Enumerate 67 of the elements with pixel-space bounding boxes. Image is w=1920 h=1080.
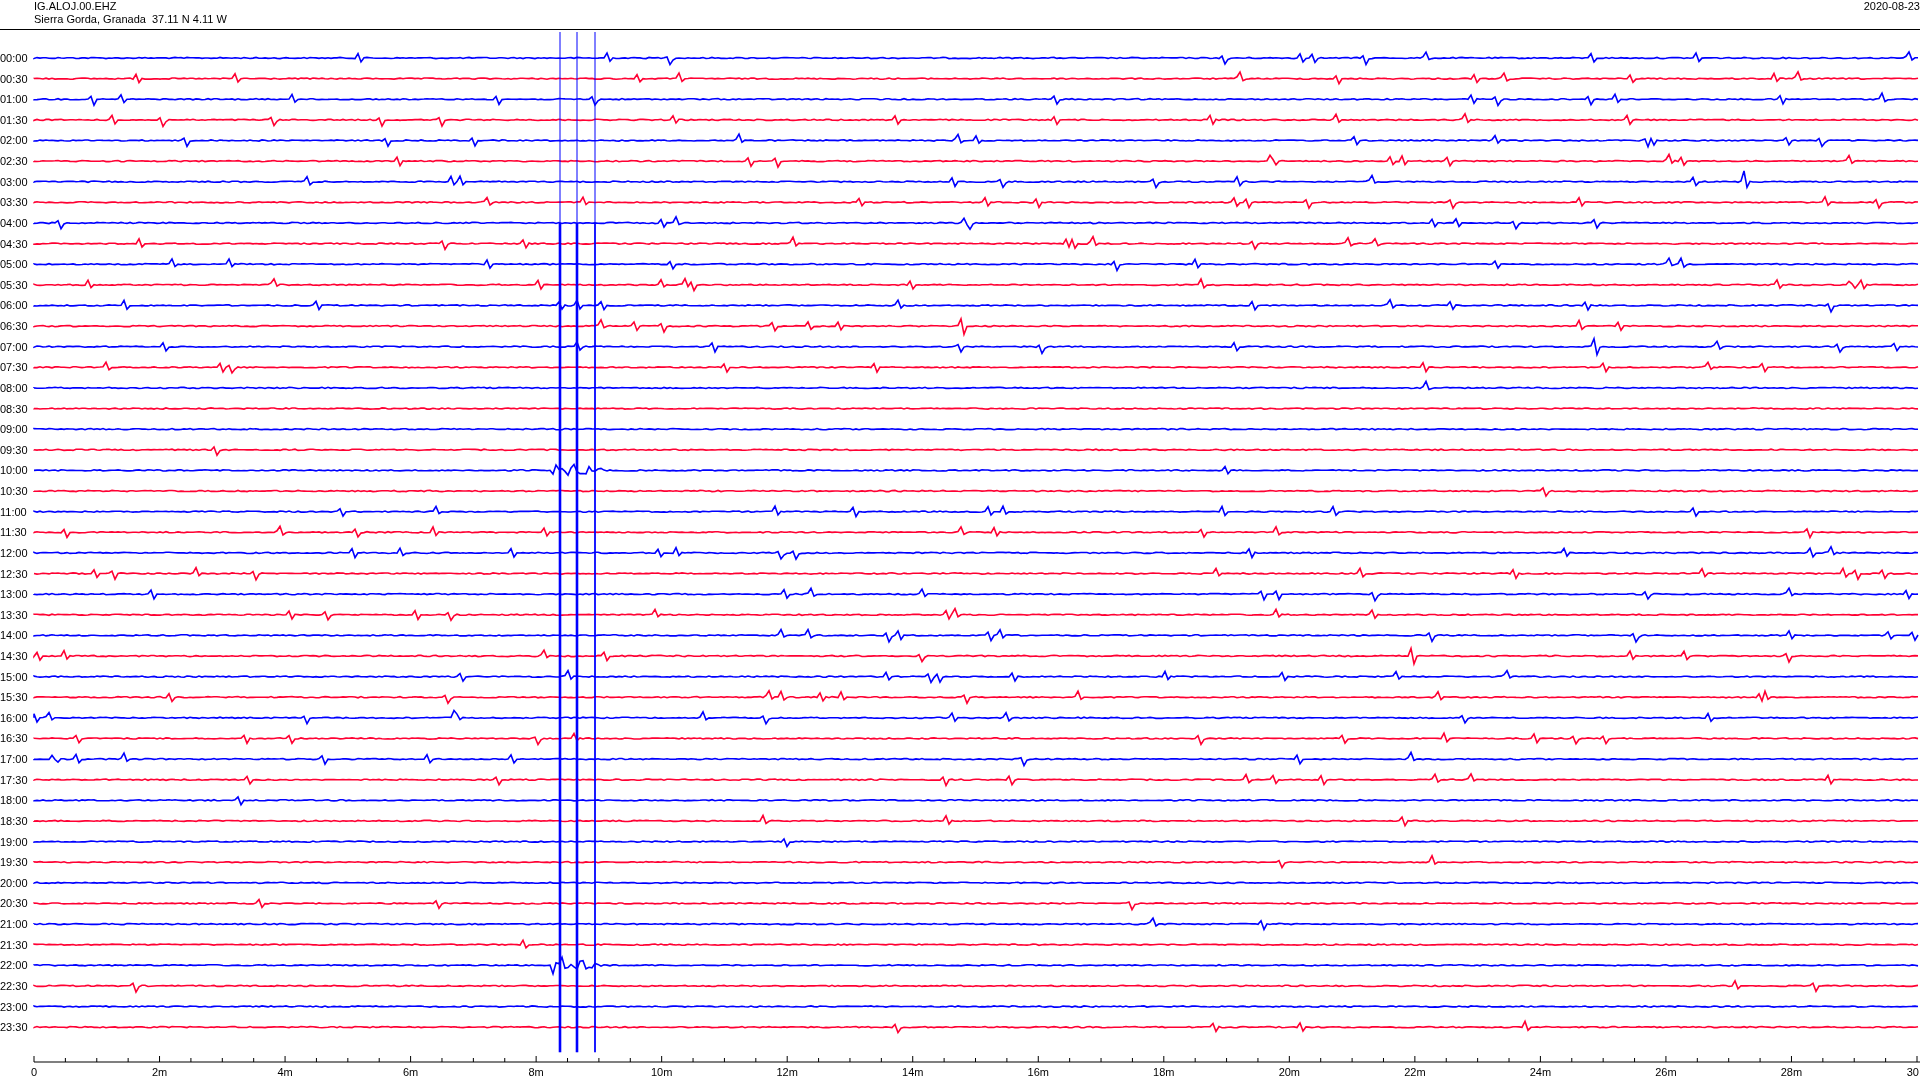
time-label: 17:30 xyxy=(0,773,28,786)
axis-tick-label: 16m xyxy=(1027,1066,1049,1078)
axis-tick-label: 28m xyxy=(1780,1066,1803,1078)
time-label: 16:30 xyxy=(0,732,28,745)
time-label: 15:30 xyxy=(0,691,28,704)
time-label: 17:00 xyxy=(0,753,28,766)
time-label: 01:30 xyxy=(0,113,28,126)
station-location: Sierra Gorda, Granada 37.11 N 4.11 W xyxy=(34,13,227,26)
axis-tick-label: 6m xyxy=(402,1066,419,1078)
time-label: 09:30 xyxy=(0,443,28,456)
axis-tick-label: 14m xyxy=(902,1066,924,1078)
time-label: 05:00 xyxy=(0,258,28,271)
time-label: 11:30 xyxy=(0,526,27,539)
time-label: 20:30 xyxy=(0,897,28,910)
axis-tick-label: 24m xyxy=(1529,1066,1552,1078)
time-label: 00:30 xyxy=(0,72,28,85)
time-label: 07:00 xyxy=(0,340,28,353)
time-label: 23:30 xyxy=(0,1021,28,1034)
time-label: 12:00 xyxy=(0,546,28,559)
time-label: 15:00 xyxy=(0,670,28,683)
time-label: 01:00 xyxy=(0,93,28,106)
time-label: 06:30 xyxy=(0,320,28,333)
axis-tick-label: 22m xyxy=(1404,1066,1426,1078)
axis-tick-label: 30 xyxy=(1906,1066,1919,1078)
time-label: 05:30 xyxy=(0,278,28,291)
time-label: 23:00 xyxy=(0,1000,28,1013)
time-label: 18:00 xyxy=(0,794,28,807)
time-label: 08:00 xyxy=(0,381,28,394)
time-label: 09:00 xyxy=(0,423,28,436)
time-label: 19:30 xyxy=(0,856,28,869)
axis-tick-label: 8m xyxy=(528,1066,544,1078)
time-label: 03:00 xyxy=(0,175,28,188)
time-label: 19:00 xyxy=(0,835,28,848)
axis-tick-label: 4m xyxy=(277,1066,293,1078)
time-label: 00:00 xyxy=(0,52,28,64)
axis-tick-label: 26m xyxy=(1655,1066,1677,1078)
station-code: IG.ALOJ.00.EHZ xyxy=(34,0,118,13)
plot-date: 2020-08-23 xyxy=(1863,0,1920,13)
time-label: 14:00 xyxy=(0,629,28,642)
axis-tick-label: 18m xyxy=(1153,1066,1175,1078)
time-label: 20:00 xyxy=(0,876,28,889)
time-label: 18:30 xyxy=(0,814,28,827)
time-label: 11:00 xyxy=(0,505,27,518)
time-label: 06:00 xyxy=(0,299,28,312)
time-label: 02:30 xyxy=(0,155,28,168)
time-label: 22:30 xyxy=(0,979,28,992)
time-label: 13:30 xyxy=(0,608,28,621)
time-label: 14:30 xyxy=(0,650,28,662)
time-label: 08:30 xyxy=(0,402,28,415)
axis-tick-label: 0 xyxy=(30,1066,38,1078)
time-label: 02:00 xyxy=(0,134,28,147)
axis-tick-label: 2m xyxy=(151,1066,168,1078)
time-label: 21:30 xyxy=(0,938,28,951)
time-label: 16:00 xyxy=(0,711,28,724)
axis-tick-label: 12m xyxy=(776,1066,798,1078)
time-label: 10:30 xyxy=(0,485,28,497)
time-label: 21:00 xyxy=(0,918,28,931)
axis-tick-label: 20m xyxy=(1278,1066,1301,1078)
axis-tick-label: 10m xyxy=(650,1066,673,1078)
time-label: 22:00 xyxy=(0,959,28,972)
time-label: 03:30 xyxy=(0,196,28,209)
time-label: 07:30 xyxy=(0,361,28,374)
time-label: 13:00 xyxy=(0,588,28,601)
time-label: 04:00 xyxy=(0,216,28,229)
time-label: 04:30 xyxy=(0,237,28,250)
time-label: 12:30 xyxy=(0,567,28,580)
time-label: 10:00 xyxy=(0,464,28,477)
